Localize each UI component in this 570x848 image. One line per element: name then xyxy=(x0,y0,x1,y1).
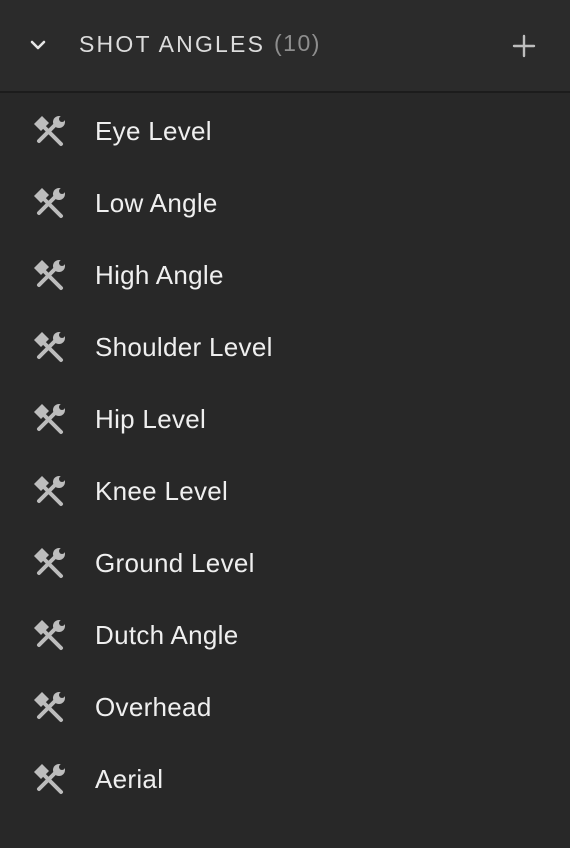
plus-icon xyxy=(512,34,536,58)
list-item-label: Low Angle xyxy=(95,188,218,218)
chevron-down-icon xyxy=(30,40,46,50)
list-item[interactable]: Shoulder Level xyxy=(0,311,570,383)
hammer-wrench-icon xyxy=(32,114,66,148)
hammer-wrench-icon xyxy=(32,618,66,652)
list-item-label: Shoulder Level xyxy=(95,332,273,362)
panel-title: SHOT ANGLES xyxy=(79,31,266,57)
hammer-wrench-icon xyxy=(32,330,66,364)
list-item-label: Eye Level xyxy=(95,116,212,146)
panel-header: SHOT ANGLES (10) xyxy=(0,0,570,93)
hammer-wrench-icon xyxy=(32,690,66,724)
list-item-label: Knee Level xyxy=(95,476,229,506)
list-item-label: Hip Level xyxy=(95,404,207,434)
hammer-wrench-icon xyxy=(32,402,66,436)
list-item-label: Aerial xyxy=(95,764,164,794)
item-count: (10) xyxy=(274,30,321,56)
list-item[interactable]: Low Angle xyxy=(0,167,570,239)
hammer-wrench-icon xyxy=(32,258,66,292)
hammer-wrench-icon xyxy=(32,546,66,580)
list-item[interactable]: Overhead xyxy=(0,671,570,743)
list-item-label: Ground Level xyxy=(95,548,255,578)
list-item[interactable]: Ground Level xyxy=(0,527,570,599)
shot-angle-list: Eye Level Low Angle High Angle Shoulder … xyxy=(0,95,570,815)
add-button[interactable] xyxy=(510,32,538,60)
shot-angles-panel: SHOT ANGLES (10) Eye Level Low Angle Hig… xyxy=(0,0,570,848)
list-item[interactable]: Hip Level xyxy=(0,383,570,455)
list-item[interactable]: Knee Level xyxy=(0,455,570,527)
hammer-wrench-icon xyxy=(32,474,66,508)
collapse-button[interactable] xyxy=(26,33,50,57)
list-item-label: Dutch Angle xyxy=(95,620,239,650)
hammer-wrench-icon xyxy=(32,762,66,796)
list-item[interactable]: Dutch Angle xyxy=(0,599,570,671)
list-item-label: Overhead xyxy=(95,692,212,722)
list-item[interactable]: Eye Level xyxy=(0,95,570,167)
list-item[interactable]: Aerial xyxy=(0,743,570,815)
list-item-label: High Angle xyxy=(95,260,224,290)
hammer-wrench-icon xyxy=(32,186,66,220)
list-item[interactable]: High Angle xyxy=(0,239,570,311)
